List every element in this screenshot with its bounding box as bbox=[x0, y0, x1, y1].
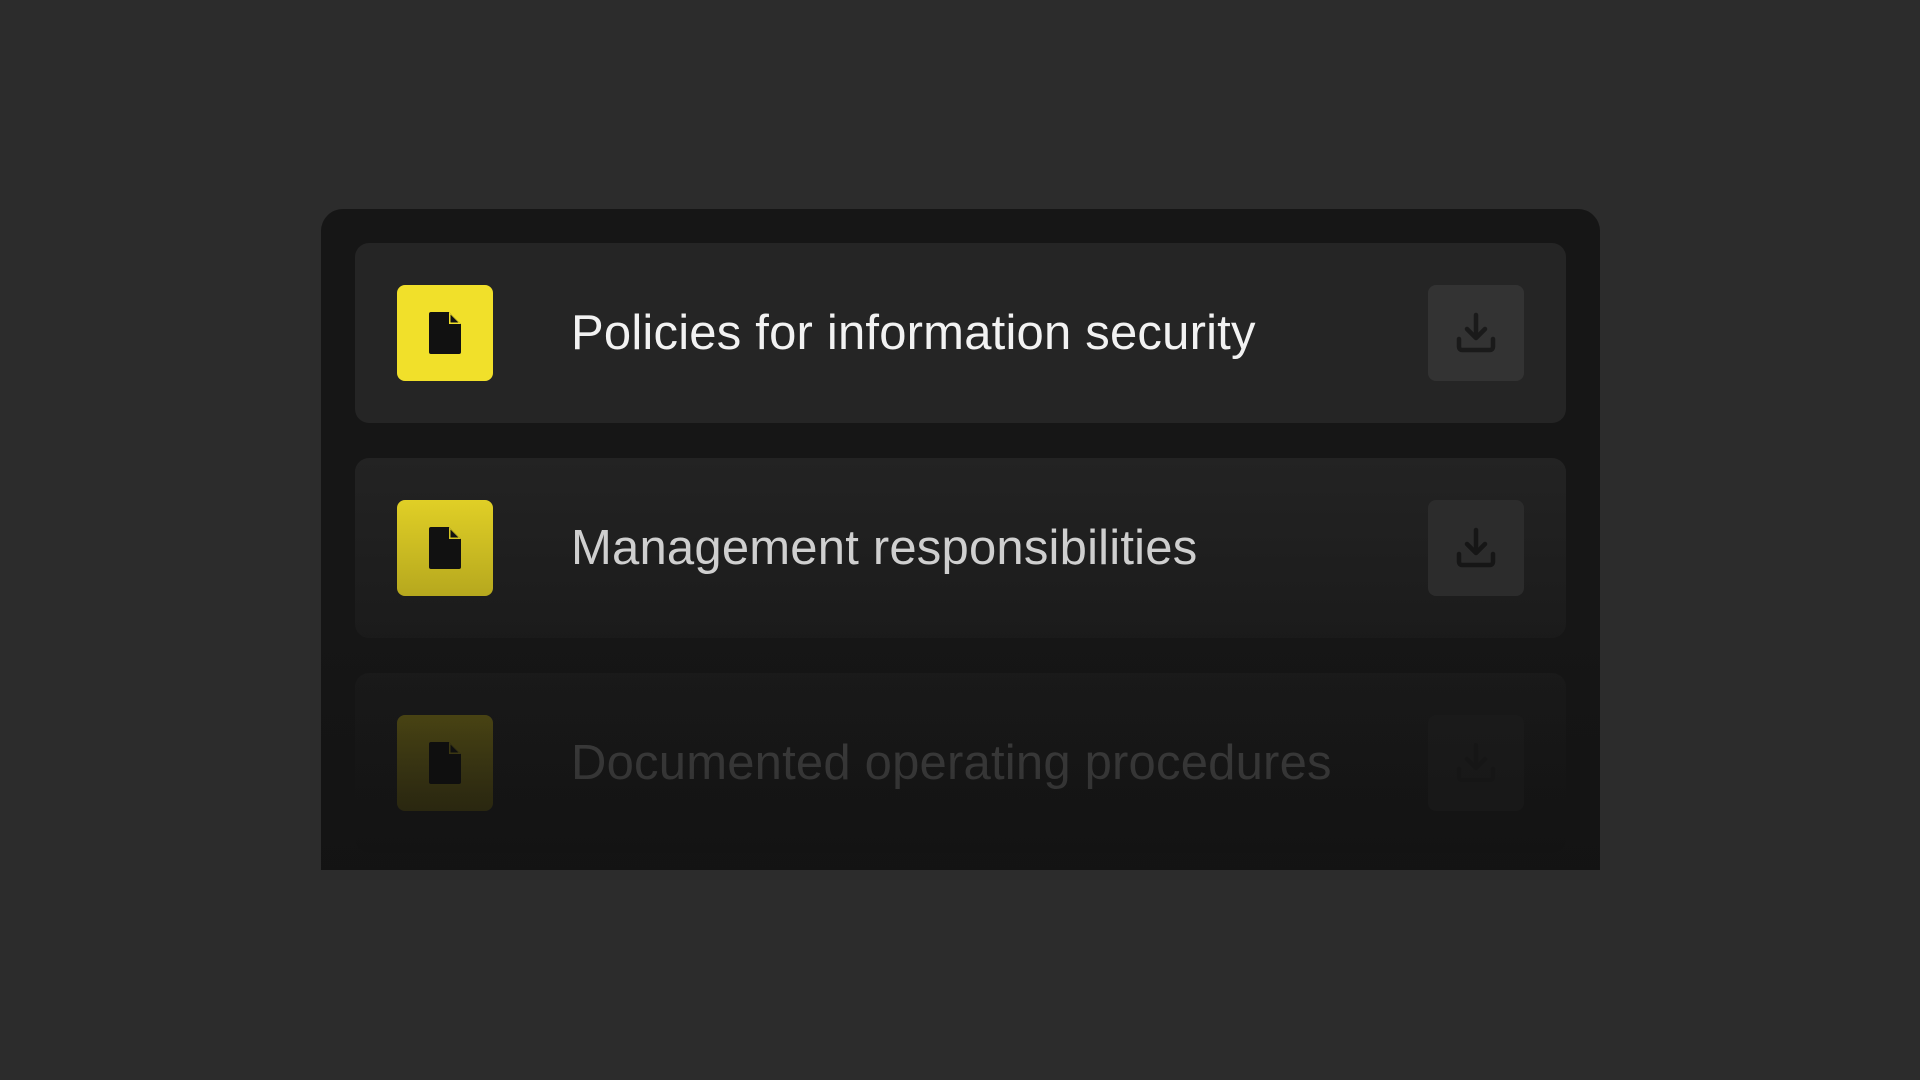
document-title: Documented operating procedures bbox=[571, 736, 1332, 790]
document-icon-glyph bbox=[429, 312, 461, 354]
document-row[interactable]: Management responsibilities bbox=[355, 458, 1566, 638]
document-icon-glyph bbox=[429, 527, 461, 569]
document-icon bbox=[397, 285, 493, 381]
document-icon-glyph bbox=[429, 742, 461, 784]
download-icon bbox=[1456, 742, 1496, 783]
document-title: Policies for information security bbox=[571, 306, 1256, 360]
download-icon bbox=[1456, 527, 1496, 568]
document-row[interactable]: Policies for information security bbox=[355, 243, 1566, 423]
download-button[interactable] bbox=[1428, 715, 1524, 811]
download-icon bbox=[1456, 312, 1496, 353]
document-row[interactable]: Documented operating procedures bbox=[355, 673, 1566, 853]
download-button[interactable] bbox=[1428, 285, 1524, 381]
document-icon bbox=[397, 500, 493, 596]
document-title: Management responsibilities bbox=[571, 521, 1198, 575]
document-icon bbox=[397, 715, 493, 811]
stage: Policies for information security Manage… bbox=[0, 0, 1920, 1080]
download-button[interactable] bbox=[1428, 500, 1524, 596]
document-list-panel: Policies for information security Manage… bbox=[321, 209, 1600, 870]
